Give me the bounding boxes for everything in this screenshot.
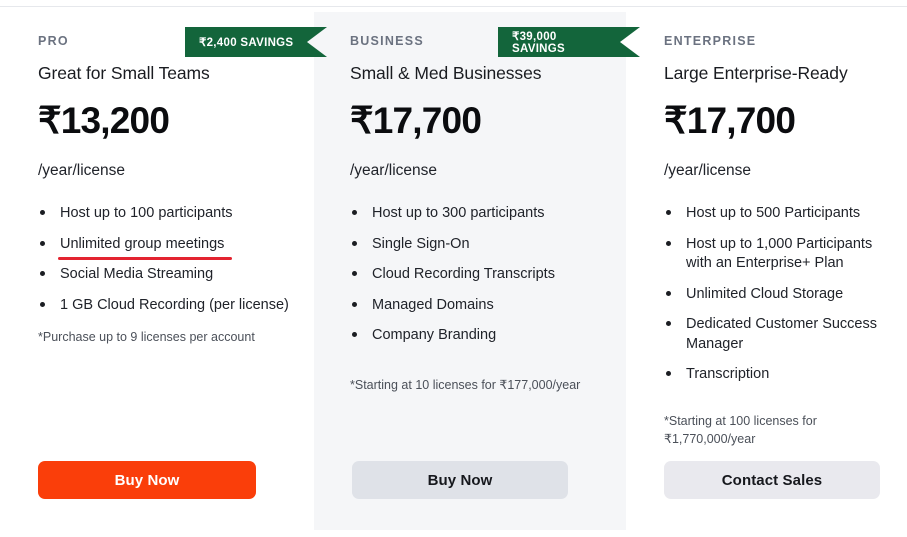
feature-item: Managed Domains <box>350 296 602 316</box>
bullet-icon <box>352 240 357 246</box>
buy-now-button-pro[interactable]: Buy Now <box>38 461 256 499</box>
feature-label: Host up to 100 participants <box>60 205 233 221</box>
feature-item: Host up to 500 Participants <box>664 204 889 224</box>
bullet-icon <box>40 240 45 246</box>
savings-badge-business: ₹39,000 SAVINGS <box>498 27 640 57</box>
plan-period-business: /year/license <box>350 161 438 179</box>
feature-item: Dedicated Customer Success Manager <box>664 315 889 354</box>
feature-label: Host up to 300 participants <box>372 205 545 221</box>
feature-label: Single Sign-On <box>372 235 470 252</box>
bullet-icon <box>352 271 357 277</box>
feature-list-pro: Host up to 100 participants Unlimited gr… <box>38 204 290 315</box>
bullet-icon <box>666 321 671 327</box>
savings-badge-pro: ₹2,400 SAVINGS <box>185 27 327 57</box>
top-divider <box>0 6 907 7</box>
bullet-icon <box>40 301 45 307</box>
feature-item: Single Sign-On <box>350 235 602 255</box>
plan-card-business: BUSINESS Small & Med Businesses ₹17,700 … <box>314 12 626 530</box>
plan-footnote-pro: *Purchase up to 9 licenses per account <box>38 330 255 345</box>
bullet-icon <box>666 290 671 296</box>
feature-item: Social Media Streaming <box>38 265 290 285</box>
savings-badge-label: ₹39,000 SAVINGS <box>512 31 566 55</box>
plan-tagline-enterprise: Large Enterprise-Ready <box>664 62 848 83</box>
feature-label: Cloud Recording Transcripts <box>372 266 555 283</box>
plan-period-enterprise: /year/license <box>664 161 752 179</box>
feature-label: Dedicated Customer Success Manager <box>686 316 877 352</box>
bullet-icon <box>666 371 671 377</box>
feature-label: Host up to 1,000 Participants with an En… <box>686 235 873 272</box>
feature-label: Unlimited Cloud Storage <box>686 285 844 302</box>
feature-label: Transcription <box>686 366 770 383</box>
ribbon-notch-icon <box>620 27 640 57</box>
feature-label: Social Media Streaming <box>60 266 214 283</box>
savings-badge-label: ₹2,400 SAVINGS <box>199 37 294 49</box>
plan-footnote-enterprise: *Starting at 100 licenses for ₹1,770,000… <box>664 413 817 447</box>
plan-tier-name-enterprise: ENTERPRISE <box>664 34 757 48</box>
bullet-icon <box>666 240 671 246</box>
bullet-icon <box>352 301 357 307</box>
feature-item: Unlimited Cloud Storage <box>664 285 889 305</box>
feature-list-business: Host up to 300 participants Single Sign-… <box>350 204 602 346</box>
feature-item: Transcription <box>664 365 889 385</box>
buy-now-button-business[interactable]: Buy Now <box>352 461 568 499</box>
plan-period-pro: /year/license <box>38 161 126 179</box>
bullet-icon <box>352 210 357 215</box>
bullet-icon <box>40 271 45 277</box>
plan-tagline-business: Small & Med Businesses <box>350 62 542 83</box>
feature-item: Cloud Recording Transcripts <box>350 265 602 285</box>
plan-price-pro: ₹13,200 <box>38 99 170 141</box>
feature-list-enterprise: Host up to 500 Participants Host up to 1… <box>664 204 889 385</box>
feature-item-highlighted: Unlimited group meetings <box>38 235 290 260</box>
plan-price-enterprise: ₹17,700 <box>664 99 796 141</box>
contact-sales-button-enterprise[interactable]: Contact Sales <box>664 461 880 499</box>
pricing-plans-comparison: PRO Great for Small Teams ₹13,200 /year/… <box>0 0 907 537</box>
bullet-icon <box>40 210 45 215</box>
feature-label: Unlimited group meetings <box>57 235 233 260</box>
plan-price-business: ₹17,700 <box>350 99 482 141</box>
feature-item: Host up to 300 participants <box>350 204 602 224</box>
feature-item: Host up to 1,000 Participants with an En… <box>664 235 889 274</box>
feature-label: Host up to 500 Participants <box>686 205 861 221</box>
feature-label: Managed Domains <box>372 296 494 313</box>
feature-item: 1 GB Cloud Recording (per license) <box>38 296 290 316</box>
feature-label: Company Branding <box>372 327 497 344</box>
feature-item: Host up to 100 participants <box>38 204 290 224</box>
ribbon-notch-icon <box>307 27 327 57</box>
plan-card-pro: PRO Great for Small Teams ₹13,200 /year/… <box>0 12 314 537</box>
plan-card-enterprise: ENTERPRISE Large Enterprise-Ready ₹17,70… <box>626 12 907 537</box>
plan-tagline-pro: Great for Small Teams <box>38 62 210 83</box>
plan-footnote-business: *Starting at 10 licenses for ₹177,000/ye… <box>350 377 581 392</box>
feature-label: 1 GB Cloud Recording (per license) <box>60 296 289 313</box>
bullet-icon <box>666 210 671 215</box>
bullet-icon <box>352 332 357 338</box>
feature-item: Company Branding <box>350 326 602 346</box>
